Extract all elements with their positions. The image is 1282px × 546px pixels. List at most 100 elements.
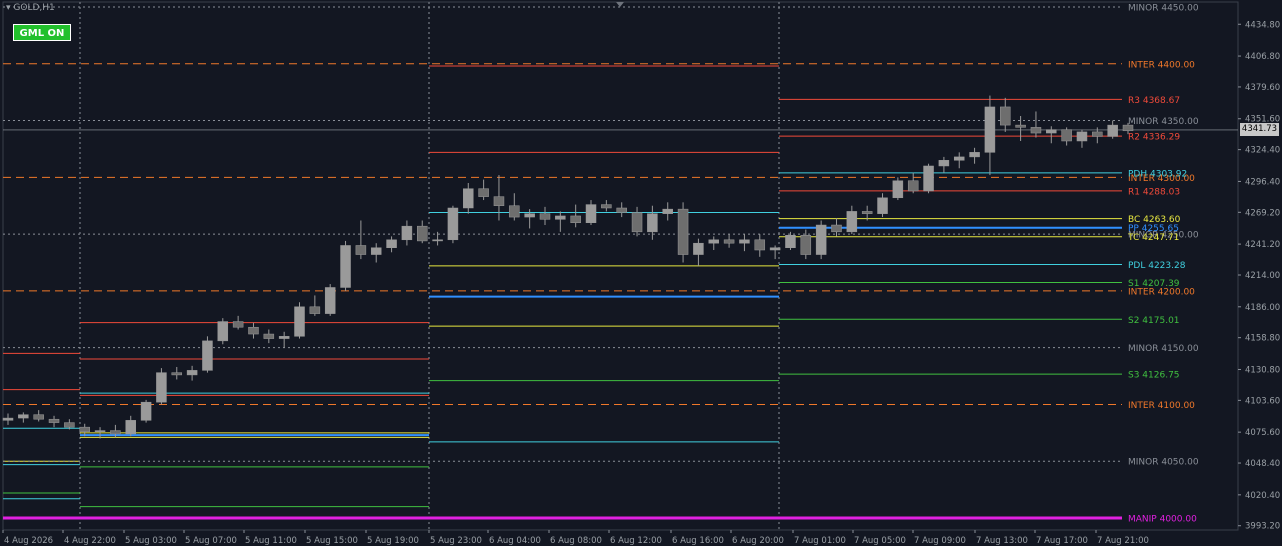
candle-body [708, 239, 720, 244]
time-tick-label: 7 Aug 01:00 [794, 536, 846, 546]
chart-symbol-header[interactable]: ▾ GOLD,H1 [6, 3, 55, 13]
candle-body [800, 234, 812, 255]
shift-marker-icon [616, 2, 624, 7]
pivot-label: R2 4336.29 [1128, 133, 1180, 143]
candle-body [677, 208, 689, 255]
candle-body [478, 188, 489, 197]
price-tick-label: 4241.20 [1245, 240, 1280, 250]
candle-body [1030, 127, 1042, 134]
time-tick-label: 5 Aug 15:00 [306, 536, 358, 546]
candle-body [769, 247, 781, 251]
candle-body [539, 213, 551, 220]
level-label: MINOR 4350.00 [1128, 117, 1199, 127]
candle-body [463, 188, 474, 209]
current-price-tag: 4341.73 [1240, 123, 1279, 137]
candle-body [723, 239, 735, 244]
symbol-label: GOLD,H1 [13, 3, 55, 13]
time-tick-label: 7 Aug 17:00 [1036, 536, 1088, 546]
time-tick-label: 7 Aug 05:00 [854, 536, 906, 546]
candle-body [815, 224, 827, 255]
level-label: MANIP 4000.00 [1128, 515, 1197, 525]
candle-body [79, 426, 90, 432]
candle-body [601, 204, 612, 209]
price-tick-label: 4048.40 [1245, 459, 1280, 469]
time-tick-label: 7 Aug 21:00 [1097, 536, 1149, 546]
level-label: MINOR 4450.00 [1128, 4, 1199, 14]
candle-body [94, 430, 106, 432]
time-tick-label: 5 Aug 19:00 [367, 536, 419, 546]
price-tick-label: 4296.40 [1245, 177, 1280, 187]
time-tick-label: 7 Aug 09:00 [914, 536, 966, 546]
candle-body [447, 207, 459, 241]
candle-body [232, 321, 244, 328]
level-label: MINOR 4050.00 [1128, 458, 1199, 468]
candle-body [923, 165, 934, 192]
candle-body [217, 321, 229, 342]
candle-body [48, 418, 60, 423]
time-tick-label: 7 Aug 13:00 [976, 536, 1028, 546]
candle-body [1061, 129, 1072, 142]
candle-body [1122, 124, 1134, 132]
candle-body [125, 420, 136, 435]
candle-body [493, 196, 505, 206]
price-tick-label: 4186.00 [1245, 303, 1280, 313]
candle-body [33, 414, 44, 420]
price-chart[interactable]: MINOR 4450.00 INTER 4400.00 MINOR 4350.00 I… [0, 0, 1282, 546]
candle-body [907, 180, 919, 192]
candle-body [1015, 124, 1026, 128]
time-tick-label: 6 Aug 04:00 [489, 536, 541, 546]
price-tick-label: 4075.60 [1245, 428, 1280, 438]
time-tick-label: 5 Aug 07:00 [185, 536, 237, 546]
pivot-label: R1 4288.03 [1128, 187, 1180, 197]
candle-body [140, 401, 152, 421]
candle-body [739, 239, 750, 244]
candle-body [846, 211, 858, 233]
candle-body [186, 370, 198, 376]
candle-body [110, 430, 121, 435]
time-tick-label: 6 Aug 20:00 [732, 536, 784, 546]
candle-body [386, 239, 397, 248]
candle-body [524, 213, 535, 218]
candle-body [2, 417, 14, 421]
candle-body [1046, 129, 1057, 134]
time-tick-label: 4 Aug 22:00 [64, 536, 116, 546]
pivot-label: S3 4126.75 [1128, 371, 1180, 381]
time-tick-label: 5 Aug 03:00 [125, 536, 177, 546]
candle-body [432, 239, 443, 242]
time-tick-label: 4 Aug 2026 [4, 536, 53, 546]
time-tick-label: 5 Aug 23:00 [430, 536, 482, 546]
candle-body [278, 336, 290, 339]
candle-body [416, 225, 428, 242]
candle-body [202, 340, 213, 371]
price-tick-label: 3993.20 [1245, 522, 1280, 532]
pivot-label: PDH 4303.92 [1128, 169, 1187, 179]
candle-body [340, 245, 351, 288]
candle-body [984, 106, 996, 153]
time-tick-label: 6 Aug 08:00 [550, 536, 602, 546]
price-tick-label: 4158.80 [1245, 334, 1280, 344]
candle-body [156, 372, 167, 403]
candle-body [1076, 131, 1088, 142]
candle-body [631, 212, 643, 233]
candle-body [892, 180, 904, 199]
pivot-label: PDL 4223.28 [1128, 261, 1186, 271]
candle-body [831, 224, 842, 233]
candle-body [263, 333, 275, 339]
candle-body [1092, 131, 1103, 137]
candle-body [171, 372, 183, 376]
candle-body [555, 215, 566, 220]
candle-body [662, 208, 673, 214]
candle-body [693, 242, 704, 255]
pivot-label: R3 4368.67 [1128, 96, 1180, 106]
price-tick-label: 4103.60 [1245, 396, 1280, 406]
dropdown-triangle-icon[interactable]: ▾ [6, 3, 11, 13]
candle-body [969, 152, 980, 158]
candle-body [754, 239, 766, 251]
price-tick-label: 4130.80 [1245, 365, 1280, 375]
gml-toggle-button[interactable]: GML ON [13, 24, 71, 41]
price-tick-label: 4269.20 [1245, 208, 1280, 218]
candle-body [509, 205, 520, 218]
pivot-label: S2 4175.01 [1128, 316, 1180, 326]
candle-body [785, 234, 796, 248]
candle-body [355, 245, 367, 255]
